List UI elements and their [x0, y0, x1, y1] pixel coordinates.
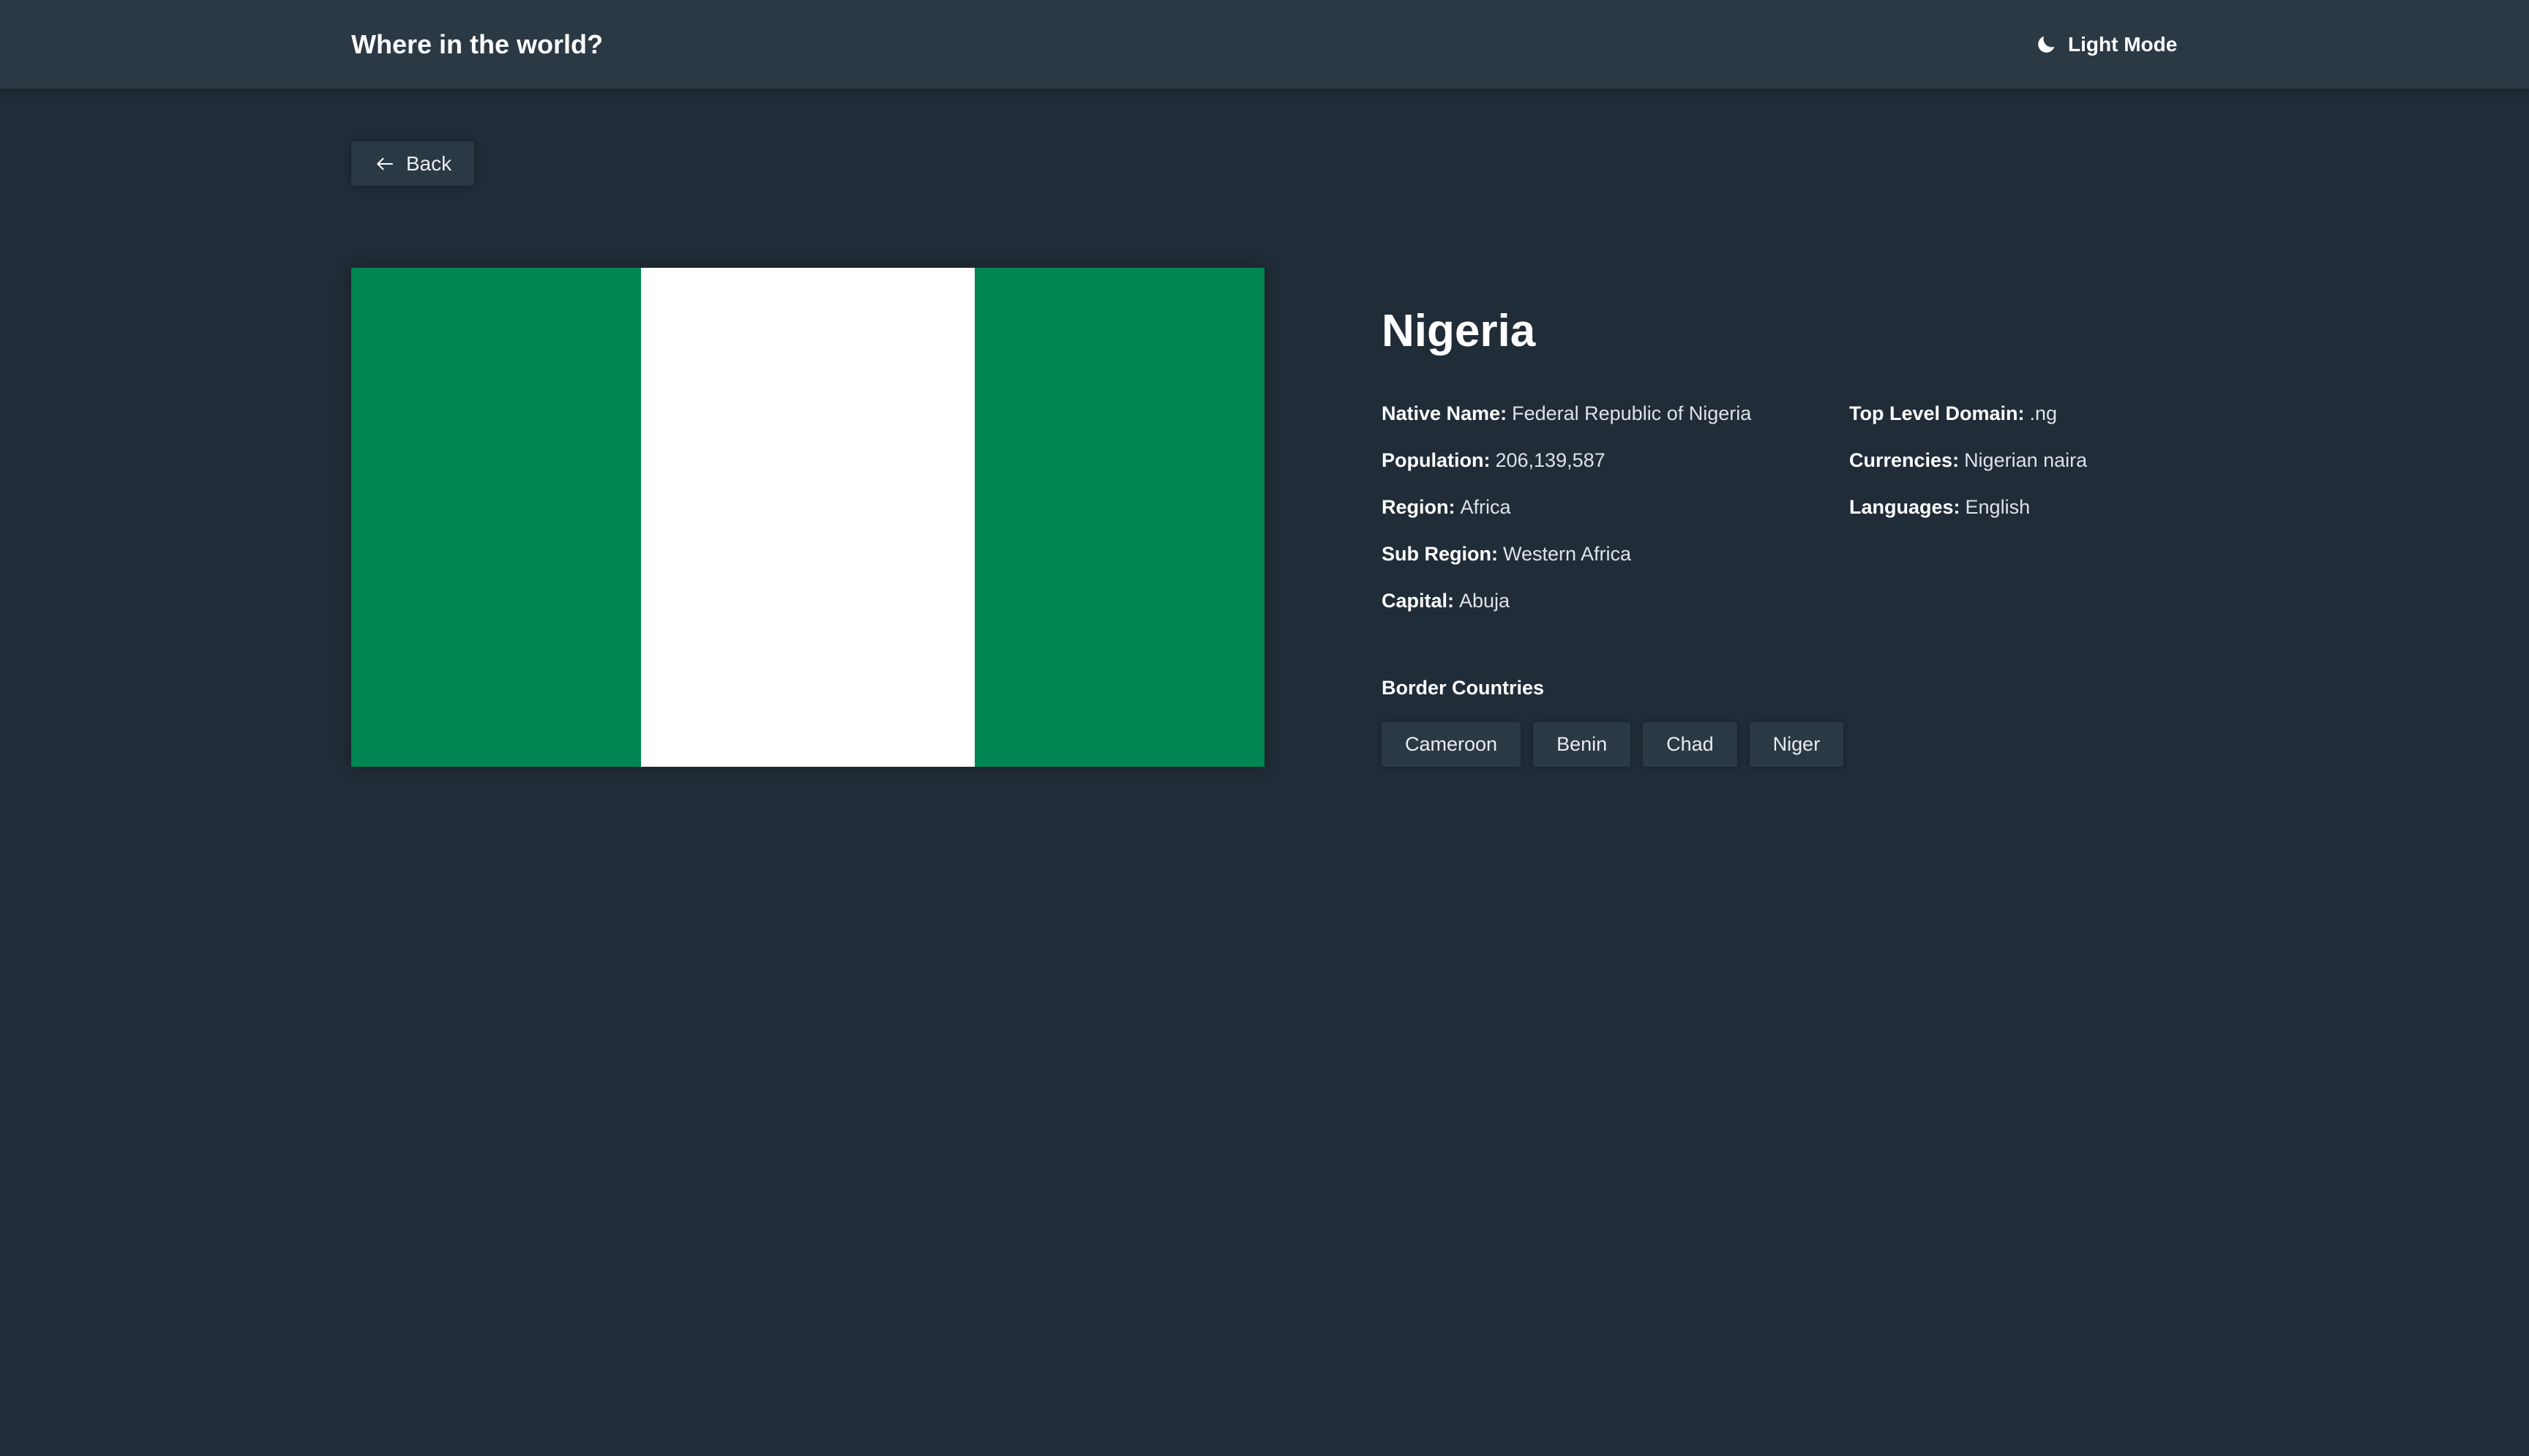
border-countries-list: Cameroon Benin Chad Niger: [1382, 722, 1844, 767]
detail-value: Africa: [1460, 496, 1511, 518]
detail-line: Capital: Abuja: [1382, 586, 1751, 633]
country-details-secondary: Top Level Domain: .ng Currencies: Nigerian …: [1849, 399, 2087, 539]
flag-band-left: [351, 268, 641, 767]
border-country-button[interactable]: Niger: [1749, 722, 1844, 767]
detail-line: Languages: English: [1849, 492, 2087, 539]
detail-line: Region: Africa: [1382, 492, 1751, 539]
border-country-button[interactable]: Cameroon: [1382, 722, 1521, 767]
country-name: Nigeria: [1382, 306, 1536, 356]
border-country-button[interactable]: Benin: [1533, 722, 1631, 767]
detail-line: Sub Region: Western Africa: [1382, 539, 1751, 586]
country-details-primary: Native Name: Federal Republic of Nigeria P…: [1382, 399, 1751, 633]
detail-key: Population:: [1382, 449, 1491, 471]
detail-key: Region:: [1382, 496, 1455, 518]
back-button[interactable]: Back: [351, 141, 474, 186]
border-country-button[interactable]: Chad: [1643, 722, 1737, 767]
country-flag: [351, 268, 1264, 767]
detail-key: Native Name:: [1382, 402, 1507, 424]
detail-value: .ng: [2029, 402, 2058, 424]
app-title: Where in the world?: [351, 29, 604, 59]
theme-toggle-button[interactable]: Light Mode: [2034, 28, 2177, 61]
detail-key: Sub Region:: [1382, 543, 1498, 565]
detail-line: Population: 206,139,587: [1382, 446, 1751, 492]
border-countries-heading: Border Countries: [1382, 677, 1545, 699]
theme-toggle-label: Light Mode: [2068, 33, 2178, 56]
detail-line: Currencies: Nigerian naira: [1849, 446, 2087, 492]
arrow-left-icon: [374, 153, 396, 175]
moon-icon: [2034, 33, 2058, 56]
top-header: Where in the world? Light Mode: [0, 0, 2529, 89]
detail-key: Capital:: [1382, 590, 1455, 612]
detail-value: Nigerian naira: [1964, 449, 2088, 471]
detail-key: Top Level Domain:: [1849, 402, 2025, 424]
detail-value: Abuja: [1459, 590, 1510, 612]
detail-line: Native Name: Federal Republic of Nigeria: [1382, 399, 1751, 446]
detail-value: English: [1965, 496, 2031, 518]
detail-key: Languages:: [1849, 496, 1960, 518]
back-button-label: Back: [405, 151, 452, 175]
detail-line: Top Level Domain: .ng: [1849, 399, 2087, 446]
flag-band-middle: [641, 268, 975, 767]
detail-value: Western Africa: [1502, 543, 1632, 565]
detail-value: 206,139,587: [1495, 449, 1606, 471]
detail-key: Currencies:: [1849, 449, 1960, 471]
detail-value: Federal Republic of Nigeria: [1512, 402, 1752, 424]
flag-band-right: [975, 268, 1264, 767]
